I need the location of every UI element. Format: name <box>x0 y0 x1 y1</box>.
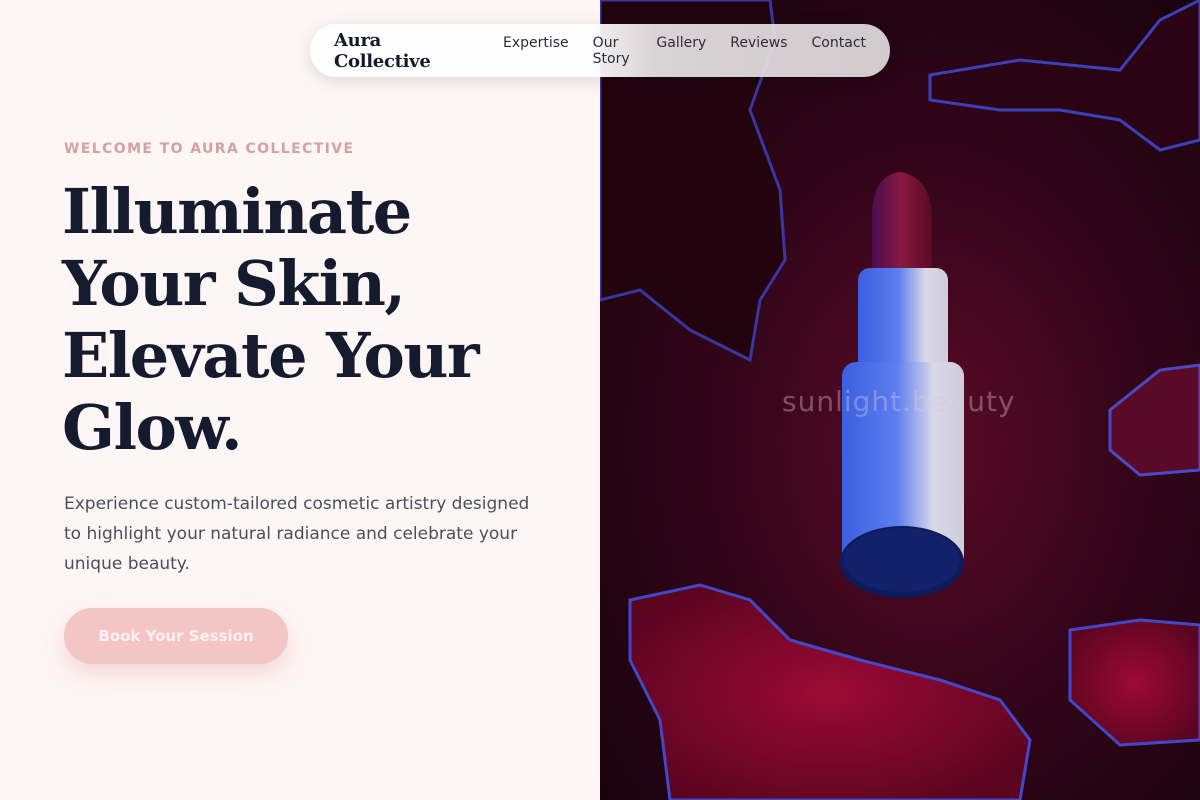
headline-line-3: Elevate Your <box>62 319 480 392</box>
nav-link-our-story[interactable]: Our Story <box>593 35 633 67</box>
nav-link-contact[interactable]: Contact <box>812 35 866 67</box>
headline-line-2: Your Skin, <box>62 247 406 320</box>
hero-headline: Illuminate Your Skin, Elevate Your Glow. <box>62 176 582 464</box>
nav-link-reviews[interactable]: Reviews <box>730 35 787 67</box>
hero-image: sunlight.beauty <box>600 0 1200 800</box>
hero-description: Experience custom-tailored cosmetic arti… <box>64 494 530 574</box>
hero-eyebrow: WELCOME TO AURA COLLECTIVE <box>64 141 355 157</box>
headline-line-1: Illuminate <box>62 175 412 248</box>
headline-line-4: Glow. <box>62 391 243 464</box>
brand-logo[interactable]: Aura Collective <box>334 30 473 72</box>
nav-link-gallery[interactable]: Gallery <box>656 35 706 67</box>
image-watermark: sunlight.beauty <box>782 385 1016 418</box>
top-navbar: Aura Collective Expertise Our Story Gall… <box>310 24 890 77</box>
nav-links: Expertise Our Story Gallery Reviews Cont… <box>503 35 866 67</box>
nav-link-expertise[interactable]: Expertise <box>503 35 569 67</box>
book-session-button[interactable]: Book Your Session <box>64 608 288 664</box>
